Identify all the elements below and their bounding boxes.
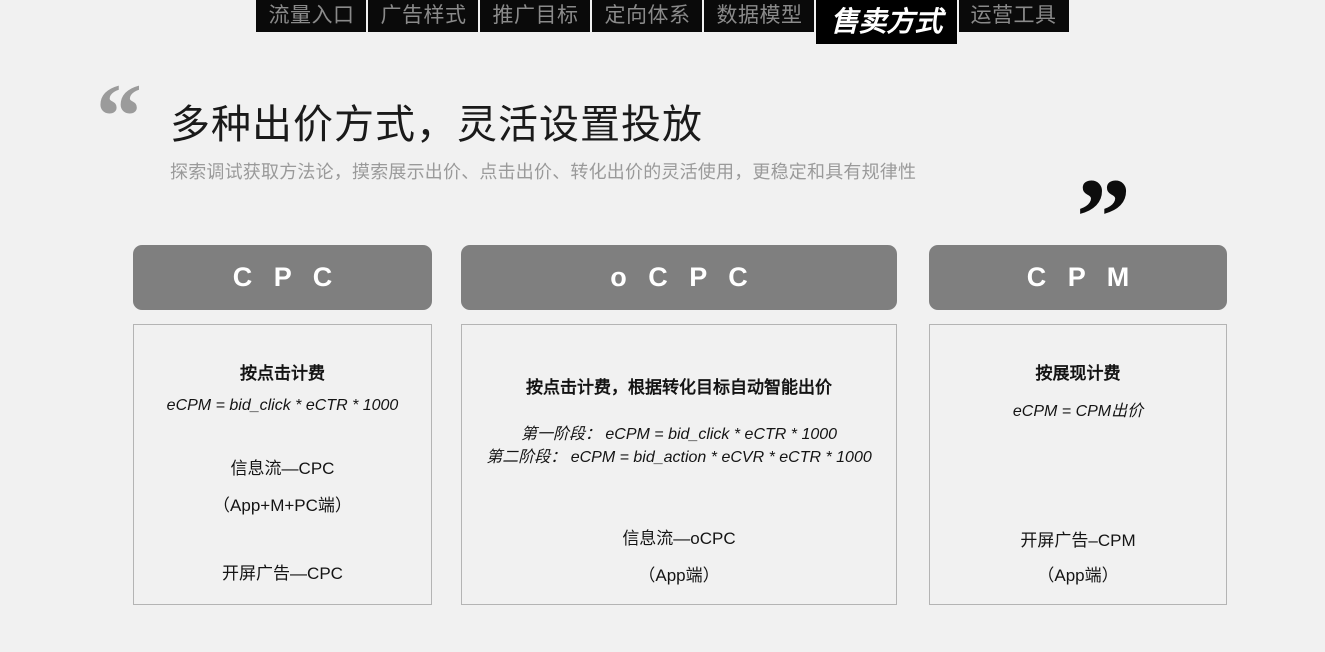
pricing-columns: C P C 按点击计费 eCPM = bid_click * eCTR * 100… [0,245,1325,615]
nav-tab-7[interactable]: 运营工具 [958,0,1069,32]
nav-tab-4[interactable]: 定向体系 [592,0,703,32]
card-text-line: （App端） [1037,566,1119,585]
top-navigation: 流量入口 广告样式 推广目标 定向体系 数据模型 售卖方式 运营工具 [0,0,1325,50]
page-subtitle: 探索调试获取方法论，摸索展示出价、点击出价、转化出价的灵活使用，更稳定和具有规律… [170,162,917,182]
card-text-line: eCPM = CPM出价 [1012,403,1144,420]
card-text-line: 信息流—CPC [230,459,335,478]
card-text-line: 信息流—oCPC [622,529,736,548]
card-text-line: 第一阶段： eCPM = bid_click * eCTR * 1000 [520,426,838,443]
column-cpm: C P M 按展现计费 eCPM = CPM出价 开屏广告–CPM （App端） [929,245,1227,605]
nav-tab-2[interactable]: 广告样式 [368,0,479,32]
card-text-line: 按展现计费 [1035,364,1121,383]
page-title: 多种出价方式，灵活设置投放 [170,103,703,147]
card-text-line: 按点击计费 [240,364,325,383]
card-text-line: 开屏广告—CPC [222,564,343,583]
column-header-cpc: C P C [133,245,432,310]
card-text-line: 按点击计费，根据转化目标自动智能出价 [526,378,832,397]
card-text-line: 开屏广告–CPM [1020,531,1136,550]
column-body-cpm: 按展现计费 eCPM = CPM出价 开屏广告–CPM （App端） [929,324,1227,605]
column-cpc: C P C 按点击计费 eCPM = bid_click * eCTR * 100… [133,245,432,605]
nav-tab-1[interactable]: 流量入口 [256,0,367,32]
opening-quote-icon: “ [96,65,142,167]
column-body-cpc: 按点击计费 eCPM = bid_click * eCTR * 1000 信息流—C… [133,324,432,605]
nav-tab-5[interactable]: 数据模型 [704,0,815,32]
nav-tab-6-active[interactable]: 售卖方式 [816,0,957,44]
column-header-cpm: C P M [929,245,1227,310]
column-body-ocpc: 按点击计费，根据转化目标自动智能出价 第一阶段： eCPM = bid_click… [461,324,897,605]
card-text-line: （App端） [638,566,720,585]
column-ocpc: o C P C 按点击计费，根据转化目标自动智能出价 第一阶段： eCPM = b… [461,245,897,605]
card-text-line: （App+M+PC端） [213,496,352,515]
nav-tab-3[interactable]: 推广目标 [480,0,591,32]
card-text-line: eCPM = bid_click * eCTR * 1000 [166,397,399,414]
nav-tab-list: 流量入口 广告样式 推广目标 定向体系 数据模型 售卖方式 运营工具 [256,0,1069,46]
column-header-ocpc: o C P C [461,245,897,310]
card-text-line: 第二阶段： eCPM = bid_action * eCVR * eCTR * … [486,449,872,466]
